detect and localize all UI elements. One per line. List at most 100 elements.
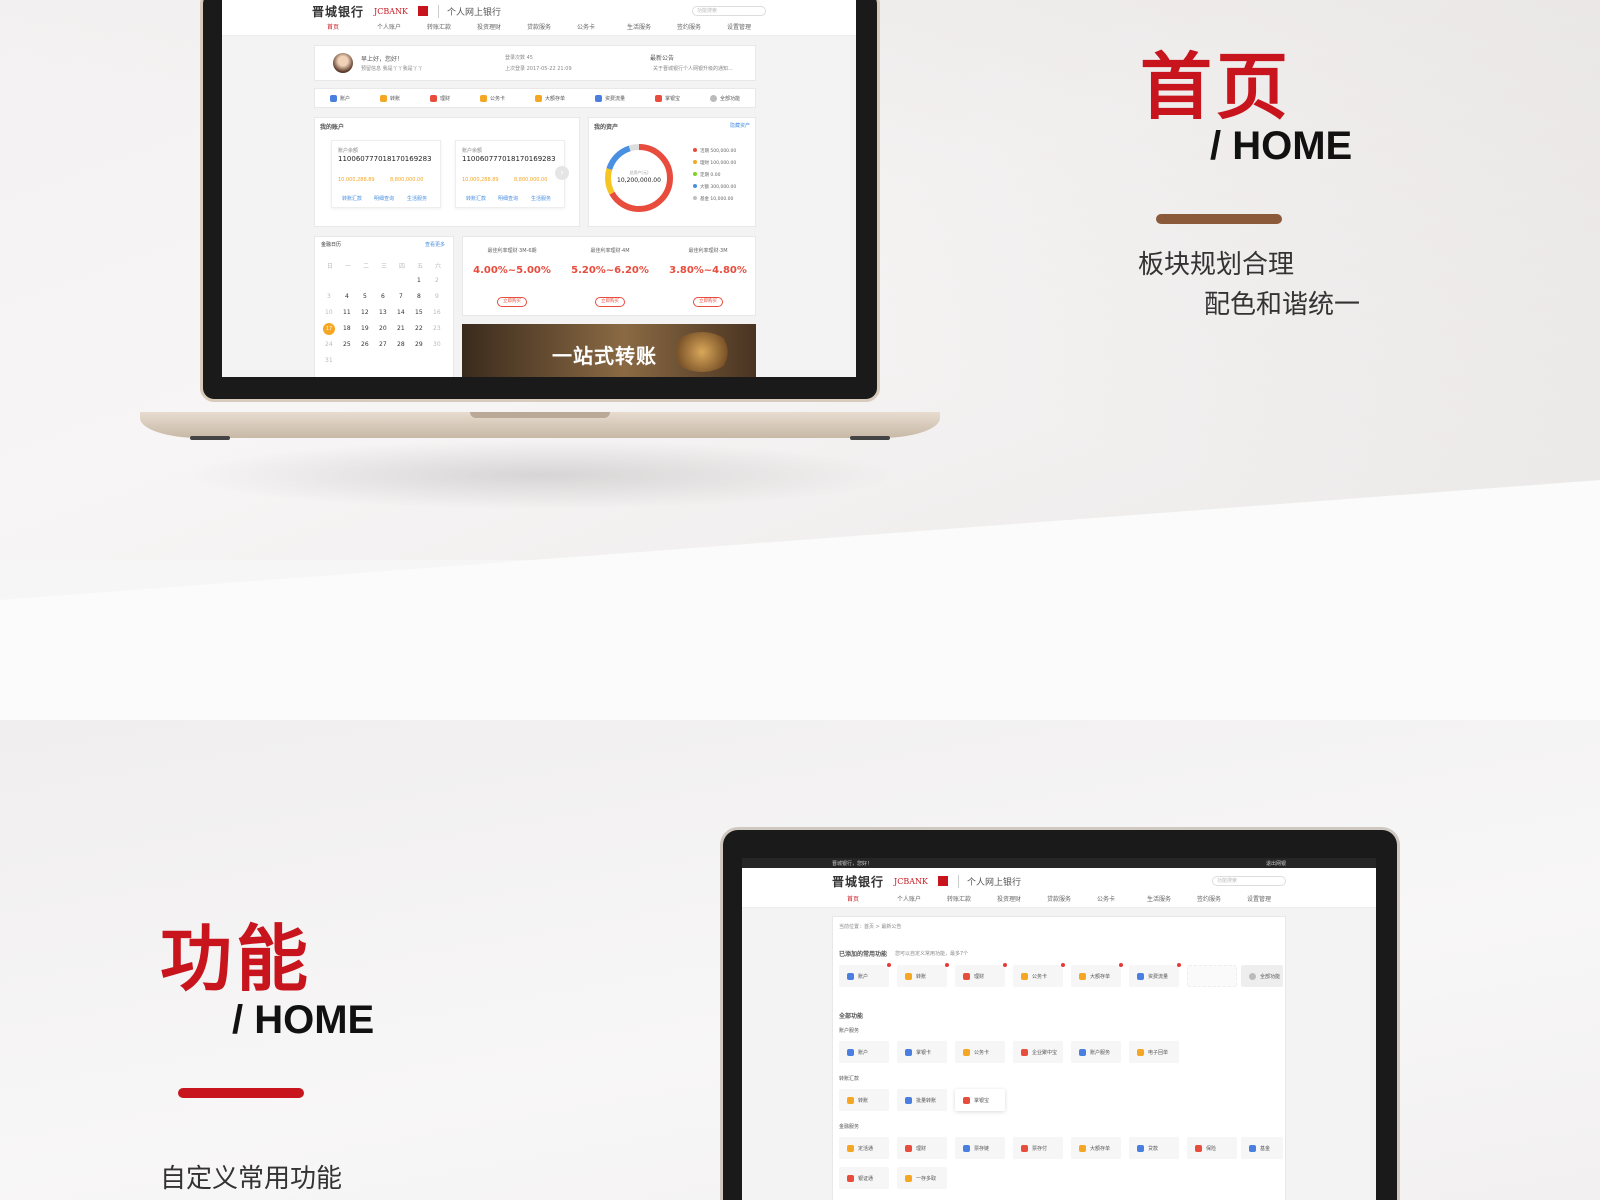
day[interactable]: 28	[397, 341, 405, 348]
day[interactable]: 30	[433, 341, 441, 348]
nav-item[interactable]: 首页	[327, 22, 377, 35]
function-item[interactable]: 票存付	[1013, 1137, 1063, 1159]
day-today[interactable]: 17	[323, 323, 335, 335]
quick-finance[interactable]: 理财	[429, 94, 450, 102]
function-item[interactable]: 银证通	[839, 1167, 889, 1189]
account-card[interactable]: 账户余额 110060777018170169283 10,000,288.89…	[331, 140, 441, 208]
empty-slot[interactable]	[1187, 965, 1237, 987]
nav-item[interactable]: 设置管理	[1247, 894, 1297, 907]
nav-item[interactable]: 投资理财	[997, 894, 1047, 907]
account-link[interactable]: 生活服务	[407, 195, 427, 202]
function-item[interactable]: 公务卡	[955, 1041, 1005, 1063]
added-function[interactable]: 理财	[955, 965, 1005, 987]
bank-logo[interactable]: 晋城银行	[832, 873, 884, 890]
added-function[interactable]: 公务卡	[1013, 965, 1063, 987]
nav-item[interactable]: 设置管理	[727, 22, 777, 35]
function-item[interactable]: 基金	[1241, 1137, 1283, 1159]
function-item-hover[interactable]: 掌银宝	[955, 1089, 1005, 1111]
quick-deposit[interactable]: 大额存单	[534, 94, 565, 102]
nav-item[interactable]: 贷款服务	[527, 22, 577, 35]
remove-dot-icon[interactable]	[1061, 963, 1065, 967]
nav-item[interactable]: 公务卡	[577, 22, 627, 35]
remove-dot-icon[interactable]	[1119, 963, 1123, 967]
day[interactable]: 5	[363, 293, 367, 300]
nav-item[interactable]: 个人账户	[897, 894, 947, 907]
day[interactable]: 31	[325, 357, 333, 364]
hide-assets-link[interactable]: 隐藏资产	[730, 122, 750, 129]
function-item[interactable]: 保险	[1187, 1137, 1237, 1159]
function-item[interactable]: 贷款	[1129, 1137, 1179, 1159]
nav-item[interactable]: 首页	[847, 894, 897, 907]
added-function[interactable]: 大额存单	[1071, 965, 1121, 987]
nav-item[interactable]: 生活服务	[627, 22, 677, 35]
function-item[interactable]: 账户	[839, 1041, 889, 1063]
function-item[interactable]: 账户服务	[1071, 1041, 1121, 1063]
day[interactable]: 14	[397, 309, 405, 316]
all-functions-button[interactable]: 全部功能	[1241, 965, 1283, 987]
day[interactable]: 16	[433, 309, 441, 316]
day[interactable]: 15	[415, 309, 423, 316]
quick-wallet[interactable]: 掌银宝	[654, 94, 680, 102]
function-item[interactable]: 转账	[839, 1089, 889, 1111]
nav-item[interactable]: 转账汇款	[947, 894, 997, 907]
quick-transfer[interactable]: 转账	[379, 94, 400, 102]
nav-item[interactable]: 签约服务	[677, 22, 727, 35]
day[interactable]: 3	[327, 293, 331, 300]
day[interactable]: 20	[379, 325, 387, 332]
buy-button[interactable]: 立即购买	[693, 297, 723, 307]
account-link[interactable]: 生活服务	[531, 195, 551, 202]
day[interactable]: 23	[433, 325, 441, 332]
transfer-banner[interactable]: 一站式转账	[462, 324, 756, 377]
added-function[interactable]: 账户	[839, 965, 889, 987]
day[interactable]: 25	[343, 341, 351, 348]
day[interactable]: 4	[345, 293, 349, 300]
day[interactable]: 9	[435, 293, 439, 300]
nav-item[interactable]: 公务卡	[1097, 894, 1147, 907]
next-arrow-icon[interactable]: ›	[555, 166, 569, 180]
day[interactable]: 12	[361, 309, 369, 316]
day[interactable]: 18	[343, 325, 351, 332]
day[interactable]: 1	[417, 277, 421, 284]
day[interactable]: 2	[435, 277, 439, 284]
remove-dot-icon[interactable]	[1177, 963, 1181, 967]
account-link[interactable]: 明细查询	[498, 195, 518, 202]
added-function[interactable]: 资费流量	[1129, 965, 1179, 987]
day[interactable]: 6	[381, 293, 385, 300]
function-item[interactable]: 一存多取	[897, 1167, 947, 1189]
day[interactable]: 13	[379, 309, 387, 316]
remove-dot-icon[interactable]	[887, 963, 891, 967]
day[interactable]: 11	[343, 309, 351, 316]
day[interactable]: 19	[361, 325, 369, 332]
quick-account[interactable]: 账户	[329, 94, 350, 102]
account-link[interactable]: 转账汇款	[466, 195, 486, 202]
function-item[interactable]: 企业聚中宝	[1013, 1041, 1063, 1063]
account-link[interactable]: 明细查询	[374, 195, 394, 202]
search-input[interactable]: 功能搜索	[1212, 876, 1286, 886]
quick-flow[interactable]: 资费流量	[594, 94, 625, 102]
avatar[interactable]	[333, 53, 353, 73]
day[interactable]: 29	[415, 341, 423, 348]
calendar-more-link[interactable]: 查看更多	[425, 241, 445, 248]
day[interactable]: 22	[415, 325, 423, 332]
day[interactable]: 10	[325, 309, 333, 316]
account-card[interactable]: 账户余额 110060777018170169283 10,000,288.89…	[455, 140, 565, 208]
day[interactable]: 7	[399, 293, 403, 300]
function-item[interactable]: 票存链	[955, 1137, 1005, 1159]
notice-text[interactable]: 关于晋城银行个人网银升级的通知...	[653, 65, 733, 72]
day[interactable]: 27	[379, 341, 387, 348]
buy-button[interactable]: 立即购买	[497, 297, 527, 307]
day[interactable]: 8	[417, 293, 421, 300]
function-item[interactable]: 理财	[897, 1137, 947, 1159]
function-item[interactable]: 批量转账	[897, 1089, 947, 1111]
quick-card[interactable]: 公务卡	[479, 94, 505, 102]
buy-button[interactable]: 立即购买	[595, 297, 625, 307]
nav-item[interactable]: 贷款服务	[1047, 894, 1097, 907]
nav-item[interactable]: 个人账户	[377, 22, 427, 35]
day[interactable]: 21	[397, 325, 405, 332]
quick-all[interactable]: 全部功能	[709, 94, 740, 102]
function-item[interactable]: 掌银卡	[897, 1041, 947, 1063]
bank-logo[interactable]: 晋城银行	[312, 3, 364, 20]
added-function[interactable]: 转账	[897, 965, 947, 987]
nav-item[interactable]: 投资理财	[477, 22, 527, 35]
day[interactable]: 24	[325, 341, 333, 348]
